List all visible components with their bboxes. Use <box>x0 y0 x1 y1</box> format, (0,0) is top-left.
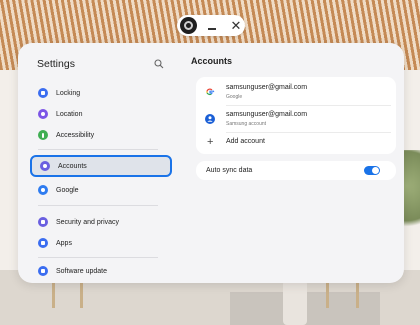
sidebar-item-label: Locking <box>56 89 81 97</box>
page-title: Accounts <box>191 56 233 66</box>
settings-window: Settings Locking Location Accessibility … <box>18 43 404 283</box>
google-icon <box>38 185 48 195</box>
account-type: Google <box>226 94 243 100</box>
minimize-icon <box>208 27 216 30</box>
sidebar-item-software-update[interactable]: Software update <box>34 261 174 281</box>
plus-icon: + <box>207 136 214 148</box>
accounts-panel: Accounts samsunguser@gmail.com Google sa… <box>188 43 404 283</box>
sidebar-item-location[interactable]: Location <box>34 104 174 124</box>
table-leg <box>356 282 359 308</box>
accounts-icon <box>40 161 50 171</box>
sidebar-item-label: Location <box>56 110 83 118</box>
account-row-samsung[interactable]: samsunguser@gmail.com Samsung account <box>196 106 396 132</box>
sidebar-item-label: Security and privacy <box>56 218 120 226</box>
sidebar-item-accounts[interactable]: Accounts <box>30 155 172 177</box>
settings-title: Settings <box>37 58 75 70</box>
divider <box>38 257 158 258</box>
sidebar-item-apps[interactable]: Apps <box>34 233 174 253</box>
sidebar-item-label: Accounts <box>58 162 87 170</box>
sidebar-item-label: Apps <box>56 239 72 247</box>
auto-sync-label: Auto sync data <box>206 167 253 174</box>
sidebar-item-accessibility[interactable]: Accessibility <box>34 125 174 145</box>
auto-sync-card: Auto sync data <box>196 161 396 180</box>
update-icon <box>38 266 48 276</box>
account-type: Samsung account <box>226 121 267 127</box>
close-button[interactable]: ✕ <box>227 17 245 35</box>
sidebar-item-label: Google <box>56 186 79 194</box>
sidebar-item-locking[interactable]: Locking <box>34 83 174 103</box>
apps-icon <box>38 238 48 248</box>
samsung-account-icon <box>205 114 215 124</box>
search-icon[interactable] <box>154 59 164 69</box>
accessibility-icon <box>38 130 48 140</box>
shield-icon <box>38 217 48 227</box>
window-controls: ✕ <box>177 15 245 36</box>
table-leg <box>52 282 55 308</box>
lock-icon <box>38 88 48 98</box>
auto-sync-toggle[interactable] <box>364 166 380 175</box>
table-leg <box>326 282 329 308</box>
divider <box>38 205 158 206</box>
location-icon <box>38 109 48 119</box>
sidebar-item-google[interactable]: Google <box>34 180 174 200</box>
add-account-button[interactable]: + Add account <box>196 132 396 154</box>
accounts-card: samsunguser@gmail.com Google samsunguser… <box>196 77 396 154</box>
sidebar-item-label: Software update <box>56 267 107 275</box>
minimize-button[interactable] <box>203 17 221 35</box>
add-account-label: Add account <box>226 138 265 145</box>
google-g-icon <box>206 88 215 96</box>
sidebar-item-label: Accessibility <box>56 131 95 139</box>
toggle-knob <box>372 167 379 174</box>
sidebar: Settings Locking Location Accessibility … <box>18 43 188 283</box>
divider <box>38 149 158 150</box>
account-email: samsunguser@gmail.com <box>226 84 308 91</box>
app-icon[interactable] <box>180 17 197 34</box>
table-leg <box>80 282 83 308</box>
account-row-google[interactable]: samsunguser@gmail.com Google <box>196 79 396 105</box>
post <box>283 280 307 325</box>
sidebar-item-security-and-privacy[interactable]: Security and privacy <box>34 212 174 232</box>
account-email: samsunguser@gmail.com <box>226 111 308 118</box>
